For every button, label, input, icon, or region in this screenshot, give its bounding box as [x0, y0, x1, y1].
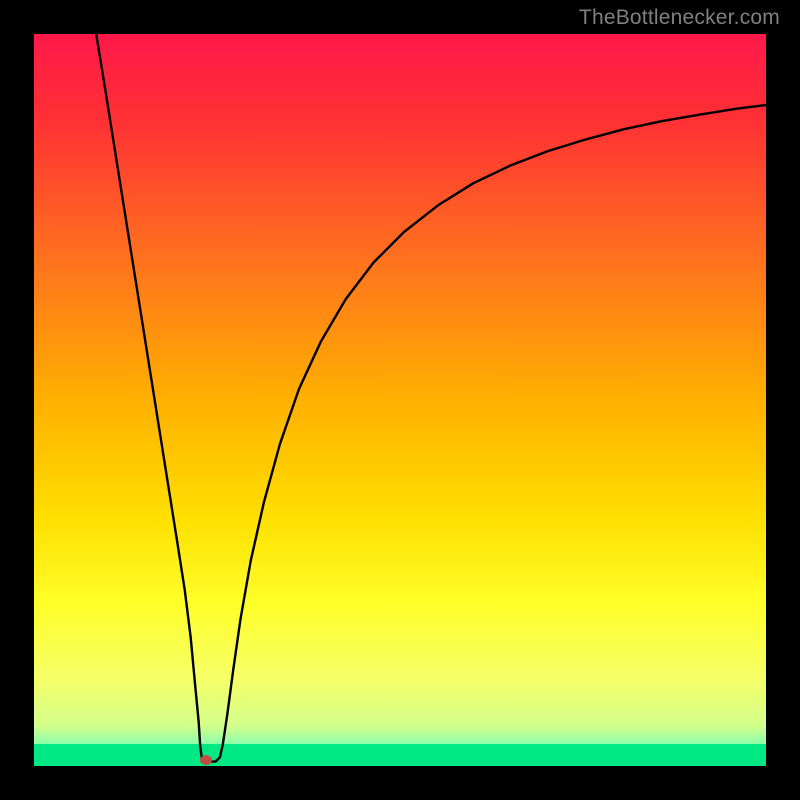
chart-frame: TheBottlenecker.com [0, 0, 800, 800]
plot-area [34, 34, 766, 766]
chart-svg [34, 34, 766, 766]
green-band [34, 744, 766, 766]
marker-dot [200, 755, 212, 765]
watermark-text: TheBottlenecker.com [579, 6, 780, 30]
gradient-background [34, 34, 766, 766]
